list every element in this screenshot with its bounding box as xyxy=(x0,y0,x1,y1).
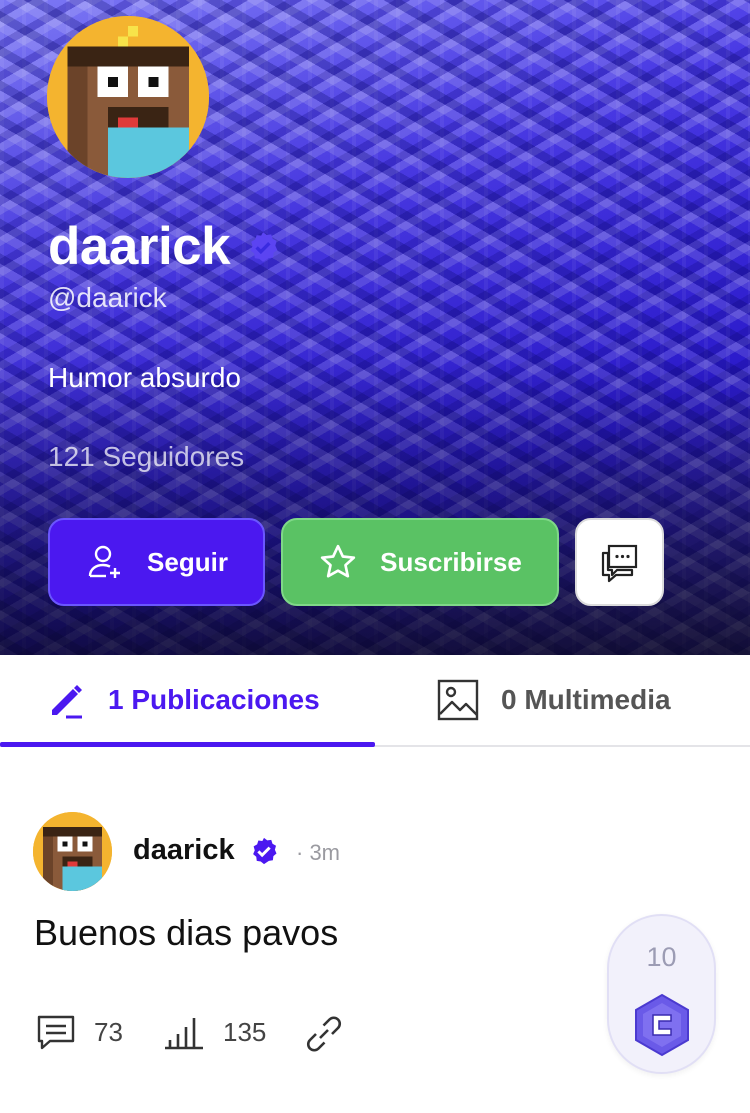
views-count: 135 xyxy=(223,1016,267,1047)
verified-badge-icon xyxy=(252,837,277,864)
subscribe-button[interactable]: Suscribirse xyxy=(281,518,559,606)
post-timestamp: · 3m xyxy=(296,840,340,865)
follow-button[interactable]: Seguir xyxy=(48,518,265,606)
post-author[interactable]: daarick xyxy=(133,834,279,867)
tab-media-label: 0 Multimedia xyxy=(501,684,671,715)
hexagon-badge-icon[interactable] xyxy=(629,992,695,1058)
star-icon xyxy=(321,544,356,578)
chat-bubbles-icon xyxy=(601,544,637,583)
follow-button-label: Seguir xyxy=(147,546,228,577)
tab-posts[interactable]: 1 Publicaciones xyxy=(46,655,320,745)
profile-handle: @daarick xyxy=(48,282,167,313)
profile-tabs: 1 Publicaciones 0 Multimedia xyxy=(0,655,750,747)
post-author-avatar[interactable] xyxy=(33,812,112,891)
post-author-name: daarick xyxy=(133,834,235,866)
vote-count: 10 xyxy=(646,942,677,972)
share-link-button[interactable] xyxy=(302,1012,346,1056)
subscribe-button-label: Suscribirse xyxy=(380,546,522,577)
post-text: Buenos dias pavos xyxy=(34,912,339,953)
comment-icon xyxy=(37,1015,75,1050)
pixel-character-avatar-icon xyxy=(33,812,112,891)
profile-display-name: daarick xyxy=(48,216,280,277)
image-icon xyxy=(437,679,479,721)
active-tab-indicator xyxy=(0,742,375,747)
link-icon xyxy=(307,1016,341,1052)
add-user-icon xyxy=(88,545,121,578)
tab-media[interactable]: 0 Multimedia xyxy=(437,655,671,745)
verified-badge-icon xyxy=(250,231,278,262)
comments-button[interactable]: 73 xyxy=(36,1012,123,1052)
followers-count[interactable]: 121 Seguidores xyxy=(48,441,244,473)
pencil-icon xyxy=(52,685,82,719)
tab-posts-label: 1 Publicaciones xyxy=(108,684,320,715)
display-name-text: daarick xyxy=(48,217,231,276)
pixel-character-avatar-icon xyxy=(47,16,209,178)
profile-avatar[interactable] xyxy=(47,16,209,178)
profile-banner: daarick @daarick Humor absurdo 121 Segui… xyxy=(0,0,750,655)
profile-bio: Humor absurdo xyxy=(48,362,241,393)
comments-count: 73 xyxy=(94,1016,123,1047)
vote-widget[interactable]: 10 xyxy=(607,914,716,1074)
message-button[interactable] xyxy=(575,518,664,606)
bar-chart-icon xyxy=(165,1018,203,1050)
views-metric: 135 xyxy=(163,1012,266,1052)
